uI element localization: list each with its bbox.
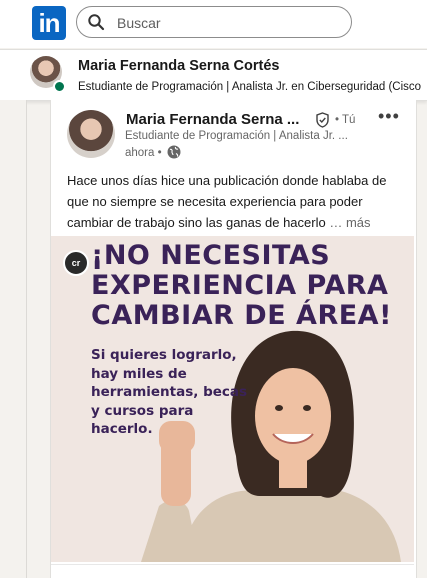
divider <box>51 564 414 565</box>
linkedin-logo[interactable]: in <box>32 6 66 40</box>
image-headline-line-2: EXPERIENCIA PARA <box>91 270 389 301</box>
profile-headline: Estudiante de Programación | Analista Jr… <box>78 81 422 93</box>
image-subtext-line: herramientas, becas <box>91 384 248 400</box>
search-input[interactable] <box>115 12 339 34</box>
image-subtext-line: y cursos para <box>91 402 194 419</box>
cr-badge: cr <box>63 250 89 276</box>
post-timestamp: ahora • <box>125 147 162 159</box>
online-status-indicator <box>53 80 66 93</box>
globe-icon <box>167 145 181 159</box>
image-subtext-line: Si quieres lograrlo, <box>91 347 237 363</box>
image-subtext-line: hay miles de <box>91 365 187 382</box>
post-author-headline: Estudiante de Programación | Analista Jr… <box>125 130 348 142</box>
connection-degree: • Tú <box>335 114 356 126</box>
see-more-link[interactable]: … más <box>329 215 370 230</box>
profile-name[interactable]: Maria Fernanda Serna Cortés <box>78 58 279 74</box>
image-headline-line-1: ¡NO NECESITAS <box>91 240 331 271</box>
post-author-name[interactable]: Maria Fernanda Serna ... <box>126 111 299 128</box>
profile-header-bar: Maria Fernanda Serna Cortés Estudiante d… <box>0 49 427 101</box>
image-subtext: Si quieres lograrlo, hay miles de herram… <box>91 346 247 439</box>
image-subtext-line: hacerlo. <box>91 421 153 437</box>
post-author-avatar[interactable] <box>67 110 115 158</box>
top-navigation-bar: in <box>0 0 427 48</box>
post-body: Hace unos días hice una publicación dond… <box>67 170 403 233</box>
image-headline-line-3: CAMBIAR DE ÁREA! <box>91 300 392 331</box>
search-icon <box>88 14 105 31</box>
search-box[interactable] <box>76 6 352 38</box>
more-options-icon[interactable]: ••• <box>378 106 400 127</box>
left-rail <box>0 100 27 578</box>
verified-shield-icon <box>316 112 329 128</box>
post-image[interactable]: cr ¡NO NECESITAS EXPERIENCIA PARA CAMBIA… <box>51 236 414 562</box>
